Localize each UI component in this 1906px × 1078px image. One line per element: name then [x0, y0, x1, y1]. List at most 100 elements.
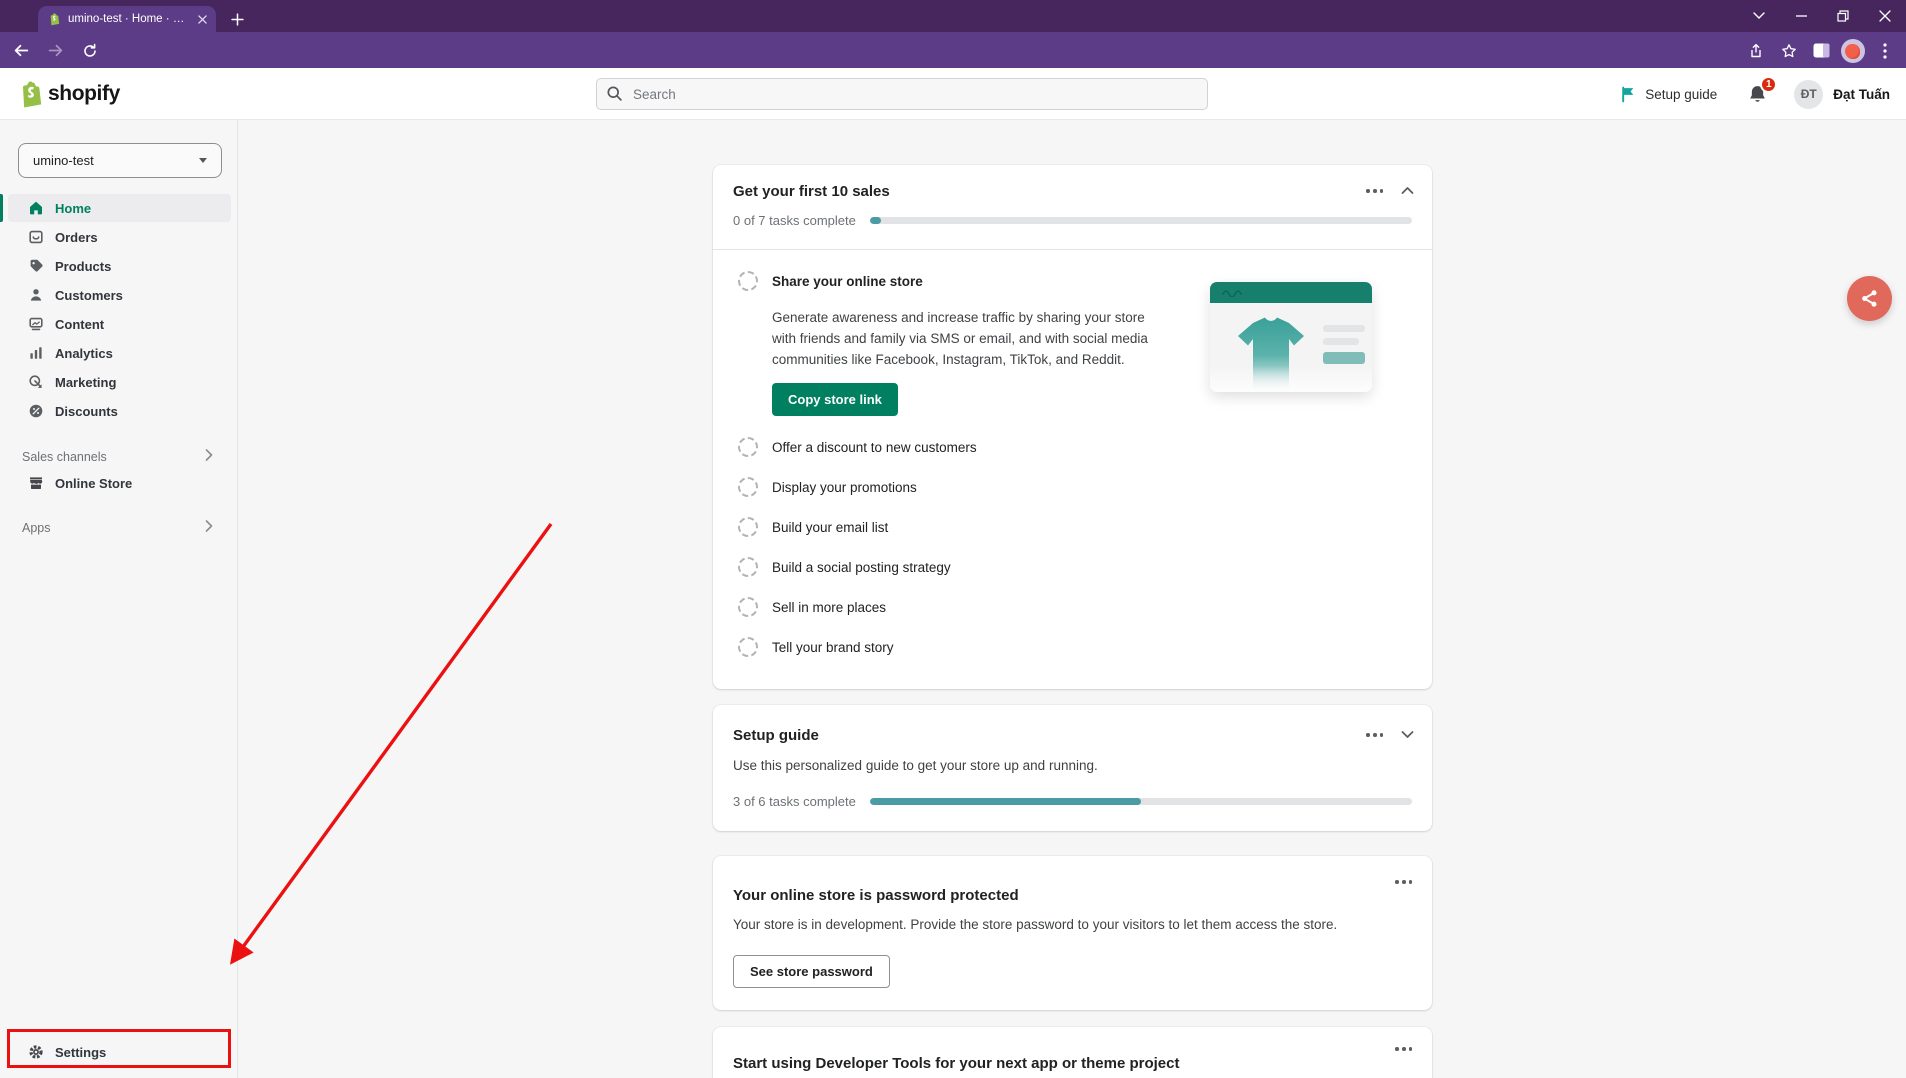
- card-menu-button[interactable]: [1365, 729, 1385, 741]
- sidebar-item-settings[interactable]: Settings: [0, 1038, 237, 1066]
- mockup-text-line: [1323, 325, 1365, 332]
- progress-fill: [870, 798, 1141, 805]
- sidebar-item-customers[interactable]: Customers: [8, 281, 231, 309]
- store-name: umino-test: [33, 153, 199, 168]
- side-panel-icon[interactable]: [1808, 37, 1835, 64]
- chevron-down-icon: [199, 158, 207, 163]
- new-tab-button[interactable]: [226, 8, 248, 30]
- sales-tasks-card: Get your first 10 sales 0 of 7 tasks com…: [713, 165, 1432, 689]
- password-protected-card: Your online store is password protected …: [713, 856, 1432, 1010]
- window-close-button[interactable]: [1864, 0, 1906, 32]
- shopify-bag-icon: [16, 79, 43, 109]
- task-incomplete-icon[interactable]: [738, 271, 758, 291]
- task-label: Tell your brand story: [772, 640, 894, 655]
- reload-button[interactable]: [76, 37, 103, 64]
- task-row[interactable]: Build a social posting strategy: [713, 547, 1432, 587]
- sidebar-item-content[interactable]: Content: [8, 310, 231, 338]
- sidebar-item-orders[interactable]: Orders: [8, 223, 231, 251]
- sales-channels-section[interactable]: Sales channels: [0, 445, 237, 469]
- chevron-up-icon[interactable]: [1401, 186, 1414, 195]
- window-restore-button[interactable]: [1822, 0, 1864, 32]
- browser-toolbar: umino-test.myshopify.com/admin: [0, 32, 1906, 68]
- card-title: Setup guide: [733, 727, 819, 744]
- task-incomplete-icon[interactable]: [738, 437, 758, 457]
- developer-tools-card: Start using Developer Tools for your nex…: [713, 1027, 1432, 1078]
- tab-search-icon[interactable]: [1738, 0, 1780, 32]
- forward-button[interactable]: [42, 37, 69, 64]
- setup-guide-button[interactable]: Setup guide: [1620, 86, 1717, 103]
- main-content: Get your first 10 sales 0 of 7 tasks com…: [238, 120, 1906, 1078]
- browser-profile-avatar[interactable]: [1841, 39, 1865, 63]
- copy-store-link-button[interactable]: Copy store link: [772, 383, 898, 416]
- task-label: Build a social posting strategy: [772, 560, 951, 575]
- marketing-icon: [28, 374, 44, 390]
- user-name[interactable]: Đạt Tuấn: [1833, 87, 1890, 102]
- storefront-mockup: [1210, 282, 1372, 392]
- task-incomplete-icon[interactable]: [738, 597, 758, 617]
- sidebar-item-label: Home: [55, 201, 91, 216]
- mockup-header: [1210, 282, 1372, 303]
- card-menu-button[interactable]: [1365, 185, 1385, 197]
- sidebar-item-discounts[interactable]: Discounts: [8, 397, 231, 425]
- progress-fill: [870, 217, 881, 224]
- task-incomplete-icon[interactable]: [738, 517, 758, 537]
- browser-tab[interactable]: umino-test · Home · Shopify: [38, 6, 216, 32]
- apps-section[interactable]: Apps: [0, 516, 237, 540]
- task-description: Generate awareness and increase traffic …: [772, 307, 1172, 370]
- primary-nav: Home Orders Products Customers Content: [0, 194, 237, 426]
- avatar[interactable]: ĐT: [1794, 80, 1823, 109]
- chevron-down-icon[interactable]: [1401, 730, 1414, 739]
- divider: [713, 249, 1432, 250]
- discounts-icon: [28, 403, 44, 419]
- task-row[interactable]: Sell in more places: [713, 587, 1432, 627]
- sidebar-item-online-store[interactable]: Online Store: [0, 469, 237, 497]
- bookmark-star-icon[interactable]: [1775, 37, 1802, 64]
- mockup-body: [1210, 303, 1372, 392]
- sidebar-item-analytics[interactable]: Analytics: [8, 339, 231, 367]
- share-badge-icon: [1847, 276, 1892, 321]
- share-icon[interactable]: [1742, 37, 1769, 64]
- mockup-button: [1323, 352, 1365, 364]
- search-input[interactable]: [596, 78, 1208, 110]
- notification-badge: 1: [1760, 76, 1777, 93]
- shopify-logo[interactable]: shopify: [16, 79, 120, 109]
- sidebar: umino-test Home Orders Products: [0, 120, 238, 1078]
- see-store-password-button[interactable]: See store password: [733, 955, 890, 988]
- products-icon: [28, 258, 44, 274]
- progress-bar: [870, 217, 1412, 224]
- window-minimize-button[interactable]: [1780, 0, 1822, 32]
- browser-menu-icon[interactable]: [1871, 37, 1898, 64]
- tab-close-icon[interactable]: [198, 15, 207, 24]
- notifications-button[interactable]: 1: [1747, 84, 1768, 105]
- sidebar-item-label: Content: [55, 317, 104, 332]
- sidebar-item-home[interactable]: Home: [8, 194, 231, 222]
- setup-guide-card: Setup guide Use this personalized guide …: [713, 705, 1432, 831]
- task-row[interactable]: Offer a discount to new customers: [713, 427, 1432, 467]
- task-row[interactable]: Display your promotions: [713, 467, 1432, 507]
- card-menu-button[interactable]: [1394, 1043, 1414, 1055]
- task-row-share-store[interactable]: Share your online store: [738, 271, 923, 291]
- sidebar-item-marketing[interactable]: Marketing: [8, 368, 231, 396]
- share-store-illustration: [1210, 277, 1410, 402]
- sidebar-item-label: Products: [55, 259, 111, 274]
- tab-title: umino-test · Home · Shopify: [68, 13, 191, 25]
- back-button[interactable]: [8, 37, 35, 64]
- progress-text: 3 of 6 tasks complete: [733, 794, 856, 809]
- task-row[interactable]: Build your email list: [713, 507, 1432, 547]
- task-row[interactable]: Tell your brand story: [713, 627, 1432, 667]
- chevron-right-icon: [205, 519, 213, 537]
- home-icon: [28, 200, 44, 216]
- task-incomplete-icon[interactable]: [738, 477, 758, 497]
- content-icon: [28, 316, 44, 332]
- search-icon: [606, 85, 623, 107]
- task-incomplete-icon[interactable]: [738, 637, 758, 657]
- task-label: Build your email list: [772, 520, 888, 535]
- global-search[interactable]: [596, 78, 1208, 110]
- sidebar-item-products[interactable]: Products: [8, 252, 231, 280]
- sidebar-item-label: Customers: [55, 288, 123, 303]
- store-selector[interactable]: umino-test: [18, 143, 222, 178]
- customers-icon: [28, 287, 44, 303]
- task-incomplete-icon[interactable]: [738, 557, 758, 577]
- sidebar-item-label: Marketing: [55, 375, 116, 390]
- card-menu-button[interactable]: [1394, 876, 1414, 888]
